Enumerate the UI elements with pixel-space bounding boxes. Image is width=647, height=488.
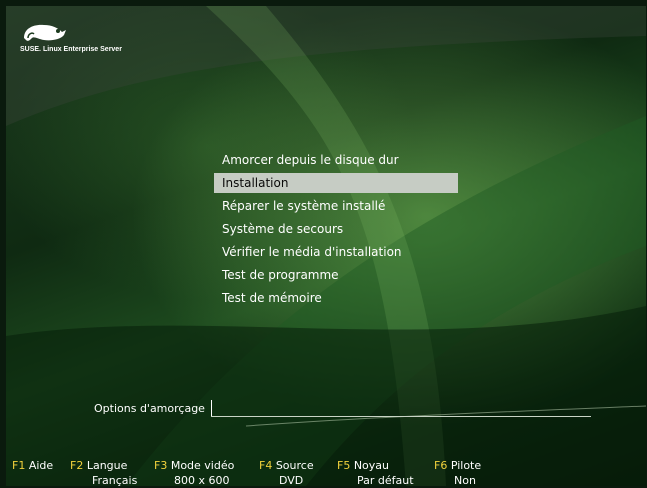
- function-key-bar: F1 Aide F2 Langue Français F3 Mode vidéo…: [6, 458, 646, 486]
- fkey-f3-name: Mode vidéo: [170, 459, 235, 472]
- fkey-f6-key: F6: [434, 459, 448, 472]
- fkey-f3-video-mode[interactable]: F3 Mode vidéo 800 x 600: [154, 458, 234, 486]
- menu-item-rescue-system[interactable]: Système de secours: [214, 218, 458, 241]
- fkey-f1-help[interactable]: F1 Aide: [12, 458, 53, 473]
- fkey-f5-name: Noyau: [353, 459, 390, 472]
- fkey-f5-key: F5: [337, 459, 351, 472]
- fkey-f6-value: Non: [454, 474, 476, 486]
- fkey-f5-value: Par défaut: [357, 474, 414, 486]
- suse-logo: SUSE. Linux Enterprise Server: [20, 20, 140, 54]
- fkey-f2-language[interactable]: F2 Langue Français: [70, 458, 137, 486]
- fkey-f5-kernel[interactable]: F5 Noyau Par défaut: [337, 458, 414, 486]
- fkey-f2-key: F2: [70, 459, 84, 472]
- fkey-f6-driver[interactable]: F6 Pilote Non: [434, 458, 481, 486]
- boot-options-label: Options d'amorçage: [94, 401, 205, 415]
- fkey-f2-name: Langue: [86, 459, 128, 472]
- menu-item-installation[interactable]: Installation: [214, 173, 458, 193]
- menu-item-boot-hard-disk[interactable]: Amorcer depuis le disque dur: [214, 149, 458, 172]
- menu-item-repair-system[interactable]: Réparer le système installé: [214, 195, 458, 218]
- chameleon-icon: [24, 24, 66, 41]
- boot-options-row: Options d'amorçage: [94, 398, 591, 418]
- fkey-f4-key: F4: [259, 459, 273, 472]
- fkey-f6-name: Pilote: [450, 459, 482, 472]
- fkey-f1-name: Aide: [28, 459, 54, 472]
- menu-item-memory-test[interactable]: Test de mémoire: [214, 287, 458, 310]
- fkey-f4-value: DVD: [279, 474, 304, 486]
- fkey-f3-value: 800 x 600: [174, 474, 230, 486]
- logo-text: SUSE. Linux Enterprise Server: [20, 46, 122, 53]
- fkey-f4-source[interactable]: F4 Source DVD: [259, 458, 314, 486]
- fkey-f3-key: F3: [154, 459, 168, 472]
- fkey-f4-name: Source: [275, 459, 314, 472]
- boot-options-input[interactable]: [210, 399, 591, 417]
- fkey-f2-value: Français: [92, 474, 138, 486]
- fkey-f1-key: F1: [12, 459, 26, 472]
- menu-item-check-media[interactable]: Vérifier le média d'installation: [214, 241, 458, 264]
- text-cursor: [210, 399, 212, 416]
- boot-menu[interactable]: Amorcer depuis le disque dur Installatio…: [214, 149, 458, 310]
- boot-screen: SUSE. Linux Enterprise Server Amorcer de…: [6, 6, 646, 486]
- menu-item-firmware-test[interactable]: Test de programme: [214, 264, 458, 287]
